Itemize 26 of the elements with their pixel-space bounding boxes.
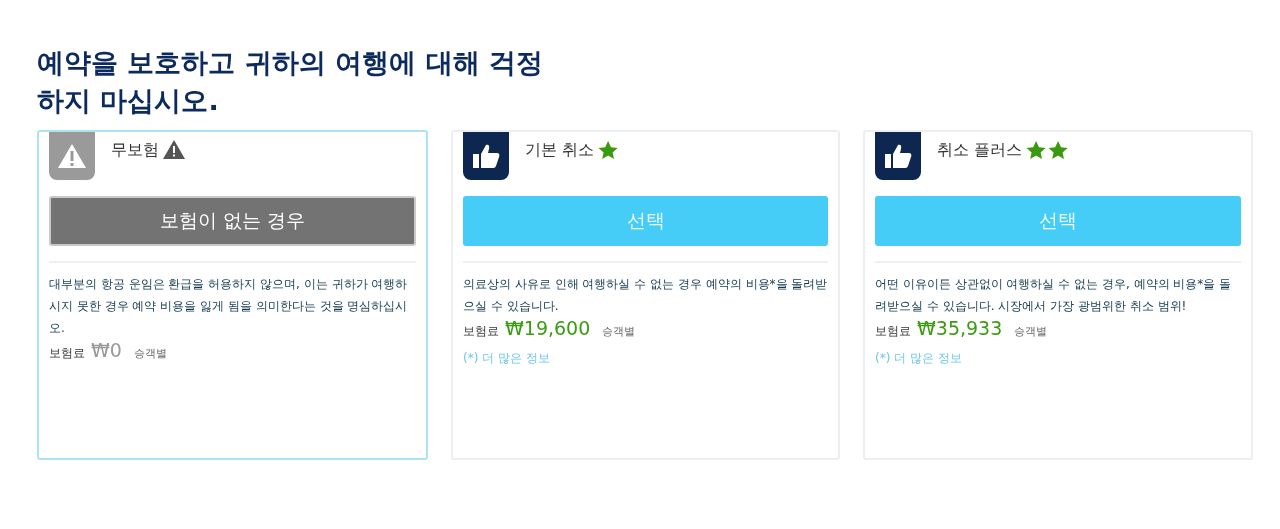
select-button[interactable]: 선택 — [875, 196, 1241, 246]
thumbs-up-icon — [884, 143, 912, 169]
price: ₩0 — [91, 339, 122, 361]
plan-title: 기본 취소 — [525, 140, 595, 161]
select-button[interactable]: 보험이 없는 경우 — [49, 196, 416, 246]
select-button[interactable]: 선택 — [463, 196, 828, 246]
premium-label: 보험료 — [875, 323, 911, 340]
warning-icon — [163, 140, 185, 159]
price: ₩19,600 — [505, 317, 591, 339]
plan-description: 대부분의 항공 운임은 환급을 허용하지 않으며, 이는 귀하가 여행하시지 못한 경우 예약 비용을 잃게 됨을 의미한다는 것을 명심하십시오. — [49, 276, 409, 337]
more-info-link[interactable]: (*) 더 많은 정보 — [463, 350, 550, 367]
more-info-link[interactable]: (*) 더 많은 정보 — [875, 350, 962, 367]
thumbs-up-icon — [472, 143, 500, 169]
plan-description: 의료상의 사유로 인해 여행하실 수 없는 경우 예약의 비용*을 돌려받으실 수 있습니다. — [463, 276, 828, 315]
per-passenger: 승객별 — [1014, 324, 1048, 339]
warning-icon — [57, 143, 87, 169]
per-passenger: 승객별 — [602, 324, 636, 339]
price: ₩35,933 — [917, 317, 1003, 339]
page-heading: 하지 마십시오. — [37, 84, 219, 118]
page-heading: 예약을 보호하고 귀하의 여행에 대해 걱정 — [37, 46, 543, 80]
premium-label: 보험료 — [463, 323, 499, 340]
plan-description: 어떤 이유이든 상관없이 여행하실 수 없는 경우, 예약의 비용*을 돌려받으실 수 있습니다. 시장에서 가장 광범위한 취소 범위! — [875, 276, 1233, 315]
per-passenger: 승객별 — [133, 346, 167, 361]
premium-label: 보험료 — [49, 345, 85, 362]
plan-title: 무보험 — [111, 140, 159, 161]
plan-title: 취소 플러스 — [937, 140, 1023, 161]
